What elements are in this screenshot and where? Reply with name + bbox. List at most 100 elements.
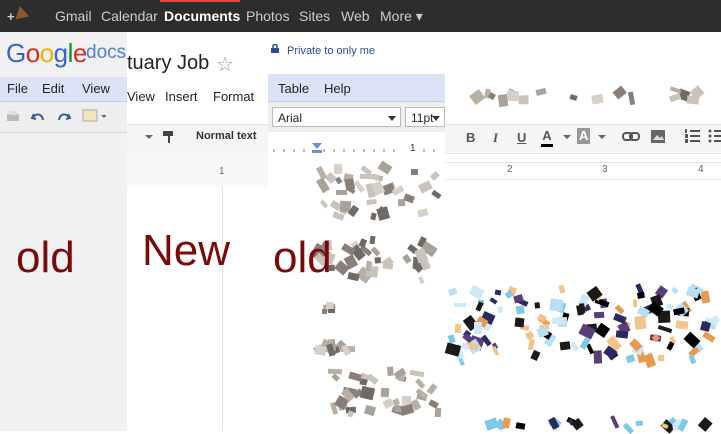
menu-table[interactable]: Table	[278, 81, 309, 96]
chevron-down-icon	[388, 116, 396, 121]
pixelation-block	[657, 355, 665, 361]
paragraph-style-select[interactable]: Normal text	[196, 130, 257, 142]
pixelation-block	[632, 299, 638, 308]
highlight-icon[interactable]: A	[577, 128, 591, 144]
nav-sites[interactable]: Sites	[299, 8, 330, 24]
label-old-right: old	[273, 233, 332, 282]
pixelation-block	[454, 324, 462, 334]
ruler-tick: 1	[410, 143, 416, 154]
menu-format[interactable]: Format	[213, 89, 254, 104]
pixelation-block	[380, 387, 389, 398]
nav-more[interactable]: More ▾	[380, 8, 423, 24]
menu-insert[interactable]: Insert	[165, 89, 198, 104]
pixelation-block	[592, 93, 605, 105]
label-old-left: old	[16, 233, 75, 282]
bulleted-list-icon[interactable]	[708, 128, 721, 144]
pixelation-block	[675, 320, 689, 330]
document-title[interactable]: tuary Job	[127, 52, 209, 75]
pixelation-block	[686, 95, 699, 105]
pixelation-block	[547, 416, 560, 431]
redo-icon[interactable]	[56, 110, 72, 124]
nav-documents[interactable]: Documents	[164, 8, 240, 24]
pixelation-block	[515, 304, 525, 315]
google-docs-logo[interactable]: Google	[6, 38, 87, 69]
ruler-tick: 3	[602, 164, 608, 175]
pixelation-block	[634, 316, 647, 330]
google-plus-link[interactable]: +	[7, 9, 15, 24]
italic-icon[interactable]: I	[493, 130, 498, 146]
chevron-down-icon[interactable]	[144, 133, 154, 141]
label-new: New	[142, 226, 231, 275]
pixelation-block	[360, 173, 374, 179]
pixelation-block	[530, 350, 541, 362]
chevron-down-icon[interactable]	[563, 135, 571, 140]
pixelation-block	[552, 317, 567, 324]
new-ruler	[445, 162, 721, 180]
nav-web[interactable]: Web	[341, 8, 370, 24]
font-size-value: 11pt	[411, 111, 434, 125]
menu-help[interactable]: Help	[324, 81, 351, 96]
insert-image-icon[interactable]	[82, 108, 106, 124]
font-select[interactable]: Arial	[272, 107, 401, 127]
undo-icon[interactable]	[30, 110, 46, 124]
ruler-scale	[273, 149, 435, 152]
pixelation-block	[709, 324, 717, 331]
font-size-select[interactable]: 11pt	[405, 107, 445, 127]
pixelation-block	[534, 302, 541, 310]
pixelation-block	[410, 169, 418, 176]
pixelation-block	[334, 163, 343, 174]
pixelation-block	[475, 300, 484, 312]
indent-marker-icon[interactable]	[311, 142, 323, 154]
text-color-icon[interactable]: A	[541, 128, 553, 147]
ruler-tick: 4	[698, 164, 704, 175]
image-icon[interactable]	[650, 129, 666, 144]
pixelation-block	[314, 344, 328, 356]
nav-gmail[interactable]: Gmail	[55, 8, 92, 24]
nav-photos[interactable]: Photos	[246, 8, 290, 24]
menu-file[interactable]: File	[7, 81, 28, 96]
chevron-down-icon[interactable]	[598, 135, 606, 140]
underline-icon[interactable]: U	[517, 130, 526, 146]
pixelation-block	[328, 368, 343, 375]
pixelation-block	[397, 199, 406, 207]
pixelation-block	[515, 422, 526, 430]
pixelation-block	[374, 257, 381, 264]
link-icon[interactable]	[622, 131, 640, 143]
pixelation-block	[560, 340, 571, 351]
print-icon[interactable]	[6, 110, 20, 124]
pixelation-block	[336, 189, 348, 196]
bold-icon[interactable]: B	[466, 130, 475, 146]
pixelation-block	[593, 311, 605, 319]
pixelation-block	[635, 420, 643, 427]
pixelation-block	[497, 93, 509, 107]
new-ui-right-header	[445, 32, 721, 124]
pixelation-block	[448, 287, 458, 296]
menu-edit[interactable]: Edit	[42, 81, 64, 96]
sharing-status[interactable]: Private to only me	[287, 45, 375, 57]
lock-icon	[271, 44, 279, 53]
pixelation-block	[657, 324, 672, 333]
numbered-list-icon[interactable]	[684, 128, 700, 144]
pixelation-block	[386, 366, 394, 376]
ruler-tick: 1	[219, 166, 225, 177]
pixelation-block	[507, 90, 520, 102]
pixelation-block	[328, 308, 335, 313]
new-document-page	[222, 186, 269, 431]
pixelation-block	[502, 417, 512, 429]
ruler-tick: 2	[507, 164, 513, 175]
pixelation-block	[615, 330, 630, 340]
pixelation-block	[484, 417, 499, 431]
pixelation-block	[671, 286, 679, 295]
chevron-down-icon	[432, 116, 440, 121]
pixelation-block	[347, 409, 354, 417]
pixelation-block	[494, 289, 502, 296]
paint-format-icon[interactable]	[161, 129, 177, 145]
pixelation-block	[699, 321, 712, 332]
pixelation-block	[454, 302, 467, 308]
nav-calendar[interactable]: Calendar	[101, 8, 158, 24]
menu-view[interactable]: View	[82, 81, 110, 96]
logo-product-name: docs	[86, 42, 127, 63]
pixelation-block	[666, 341, 675, 351]
star-icon[interactable]: ☆	[216, 52, 234, 77]
menu-view-new[interactable]: View	[127, 89, 155, 104]
